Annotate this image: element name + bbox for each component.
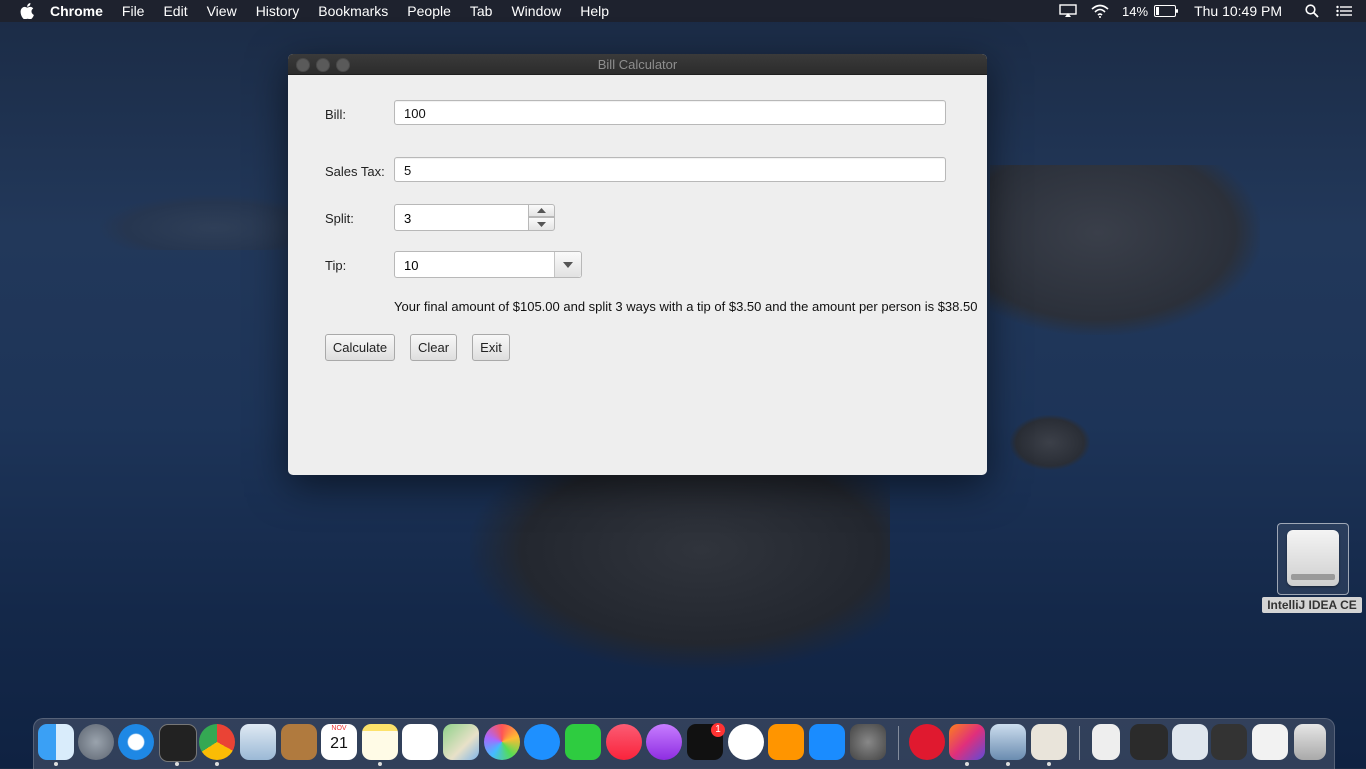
exit-button[interactable]: Exit bbox=[472, 334, 510, 361]
system-preferences-icon[interactable] bbox=[850, 724, 886, 760]
drive-icon[interactable] bbox=[1277, 523, 1349, 595]
messages-icon[interactable] bbox=[524, 724, 560, 760]
spinner-up-button[interactable] bbox=[528, 204, 555, 217]
spotlight-search-icon[interactable] bbox=[1302, 3, 1322, 19]
safari-icon[interactable] bbox=[118, 724, 154, 760]
maps-icon[interactable] bbox=[443, 724, 479, 760]
calendar-icon[interactable]: NOV 21 bbox=[321, 724, 357, 760]
calendar-day: 21 bbox=[330, 735, 348, 752]
result-text: Your final amount of $105.00 and split 3… bbox=[394, 299, 978, 314]
tip-selected-value: 10 bbox=[404, 258, 419, 273]
notification-center-icon[interactable] bbox=[1334, 3, 1354, 19]
bill-label: Bill: bbox=[325, 107, 346, 122]
preview-icon[interactable] bbox=[990, 724, 1026, 760]
triangle-up-icon bbox=[537, 208, 546, 213]
bill-input-value: 100 bbox=[404, 106, 426, 121]
running-indicator bbox=[965, 762, 969, 766]
window-thumbnail-icon[interactable] bbox=[1172, 724, 1208, 760]
window-title: Bill Calculator bbox=[597, 57, 678, 72]
triangle-down-icon bbox=[537, 221, 546, 227]
bill-input[interactable]: 100 bbox=[394, 100, 946, 125]
menu-file[interactable]: File bbox=[122, 3, 145, 19]
menu-app-name[interactable]: Chrome bbox=[50, 3, 103, 19]
news-icon[interactable] bbox=[728, 724, 764, 760]
calculate-button[interactable]: Calculate bbox=[325, 334, 395, 361]
running-indicator bbox=[175, 762, 179, 766]
split-label: Split: bbox=[325, 211, 354, 226]
mail-icon[interactable] bbox=[240, 724, 276, 760]
chrome-icon[interactable] bbox=[199, 724, 235, 760]
battery-percent: 14% bbox=[1122, 3, 1149, 19]
java-icon[interactable] bbox=[1031, 724, 1067, 760]
apple-menu-icon[interactable] bbox=[18, 3, 36, 19]
tip-label: Tip: bbox=[325, 258, 347, 273]
sales-tax-label: Sales Tax: bbox=[325, 164, 385, 179]
menu-people[interactable]: People bbox=[407, 3, 451, 19]
notes-icon[interactable] bbox=[362, 724, 398, 760]
split-input-value: 3 bbox=[404, 211, 412, 226]
chevron-down-icon bbox=[563, 261, 573, 268]
wallpaper-island bbox=[990, 165, 1260, 335]
tv-badge: 1 bbox=[711, 723, 725, 737]
split-spinner[interactable]: 3 bbox=[394, 204, 555, 231]
trash-icon[interactable] bbox=[1294, 724, 1326, 760]
running-indicator bbox=[215, 762, 219, 766]
terminal-icon[interactable] bbox=[159, 724, 197, 762]
books-icon[interactable] bbox=[768, 724, 804, 760]
menu-clock[interactable]: Thu 10:49 PM bbox=[1194, 3, 1282, 19]
wallpaper-island bbox=[100, 195, 290, 250]
combo-dropdown-button[interactable] bbox=[554, 252, 581, 277]
bill-calculator-window: Bill Calculator Bill: 100 Sales Tax: 5 S… bbox=[288, 54, 987, 475]
split-input[interactable]: 3 bbox=[394, 204, 529, 231]
wallpaper-island bbox=[470, 470, 890, 670]
podcasts-icon[interactable] bbox=[646, 724, 682, 760]
running-indicator bbox=[378, 762, 382, 766]
menu-bar: Chrome File Edit View History Bookmarks … bbox=[0, 0, 1366, 22]
window-thumbnail-icon[interactable] bbox=[1252, 724, 1288, 760]
contacts-icon[interactable] bbox=[281, 724, 317, 760]
drive-label[interactable]: IntelliJ IDEA CE bbox=[1262, 597, 1362, 613]
wallpaper-island bbox=[1010, 415, 1090, 470]
battery-icon[interactable] bbox=[1154, 5, 1179, 17]
launchpad-icon[interactable] bbox=[78, 724, 114, 760]
wifi-icon[interactable] bbox=[1090, 3, 1110, 19]
finder-icon[interactable] bbox=[38, 724, 74, 760]
running-indicator bbox=[54, 762, 58, 766]
menu-window[interactable]: Window bbox=[511, 3, 561, 19]
music-icon[interactable] bbox=[606, 724, 642, 760]
app-store-icon[interactable] bbox=[809, 724, 845, 760]
spinner-down-button[interactable] bbox=[528, 217, 555, 231]
menu-help[interactable]: Help bbox=[580, 3, 609, 19]
running-indicator bbox=[1047, 762, 1051, 766]
document-icon[interactable] bbox=[1092, 724, 1120, 760]
sales-tax-input[interactable]: 5 bbox=[394, 157, 946, 182]
airplay-icon[interactable] bbox=[1058, 3, 1078, 19]
menu-edit[interactable]: Edit bbox=[163, 3, 187, 19]
menu-bookmarks[interactable]: Bookmarks bbox=[318, 3, 388, 19]
calendar-month: NOV bbox=[331, 725, 347, 732]
tip-combo-box[interactable]: 10 bbox=[394, 251, 582, 278]
clear-button[interactable]: Clear bbox=[410, 334, 457, 361]
reminders-icon[interactable] bbox=[402, 724, 438, 760]
window-thumbnail-icon[interactable] bbox=[1130, 724, 1168, 760]
running-indicator bbox=[1006, 762, 1010, 766]
pocket-icon[interactable] bbox=[909, 724, 945, 760]
menu-tab[interactable]: Tab bbox=[470, 3, 493, 19]
photos-icon[interactable] bbox=[484, 724, 520, 760]
window-titlebar[interactable]: Bill Calculator bbox=[288, 54, 987, 75]
dock-separator bbox=[1079, 726, 1080, 760]
sales-tax-input-value: 5 bbox=[404, 163, 412, 178]
window-thumbnail-icon[interactable] bbox=[1211, 724, 1247, 760]
facetime-icon[interactable] bbox=[565, 724, 601, 760]
intellij-idea-icon[interactable] bbox=[949, 724, 985, 760]
menu-history[interactable]: History bbox=[256, 3, 300, 19]
menu-view[interactable]: View bbox=[207, 3, 237, 19]
dock-separator bbox=[898, 726, 899, 760]
